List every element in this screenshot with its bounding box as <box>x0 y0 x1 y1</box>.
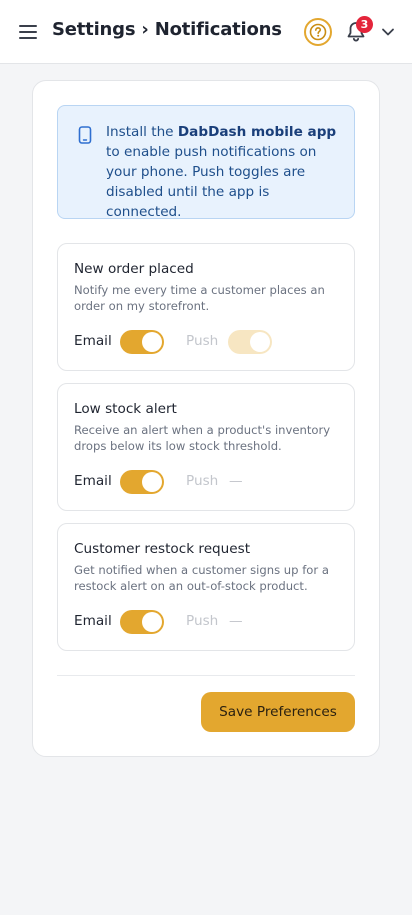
app-name-link[interactable]: DabDash mobile app <box>178 124 336 140</box>
push-label: Push <box>186 333 219 349</box>
help-button[interactable] <box>304 18 332 46</box>
email-label: Email <box>74 333 112 349</box>
toggle-knob <box>250 332 270 352</box>
toggle-knob <box>142 472 162 492</box>
email-toggle-low-stock[interactable] <box>120 470 164 494</box>
divider <box>57 675 355 676</box>
notification-low-stock: Low stock alert Receive an alert when a … <box>57 383 355 511</box>
install-app-message: Install the DabDash mobile app to enable… <box>106 124 337 220</box>
email-toggle-restock-request[interactable] <box>120 610 164 634</box>
save-preferences-button[interactable]: Save Preferences <box>201 692 355 732</box>
hamburger-menu-icon[interactable] <box>18 22 38 42</box>
top-bar: Settings › Notifications 3 <box>0 0 412 64</box>
push-unavailable-dash: — <box>229 473 243 489</box>
notification-title: Customer restock request <box>74 541 251 557</box>
email-label: Email <box>74 613 112 629</box>
notification-title: New order placed <box>74 261 194 277</box>
push-label: Push <box>186 613 219 629</box>
toggle-knob <box>142 332 162 352</box>
notification-settings-card: Install the DabDash mobile app to enable… <box>32 80 380 757</box>
help-circle-icon <box>309 23 327 41</box>
push-label: Push <box>186 473 219 489</box>
chevron-down-icon <box>382 28 394 36</box>
notification-count-badge: 3 <box>356 16 373 33</box>
email-label: Email <box>74 473 112 489</box>
toggle-knob <box>142 612 162 632</box>
push-unavailable-dash: — <box>229 613 243 629</box>
notification-new-order: New order placed Notify me every time a … <box>57 243 355 371</box>
notification-restock-request: Customer restock request Get notified wh… <box>57 523 355 651</box>
account-menu-button[interactable] <box>380 24 396 40</box>
push-toggle-new-order <box>228 330 272 354</box>
email-toggle-new-order[interactable] <box>120 330 164 354</box>
install-app-banner: Install the DabDash mobile app to enable… <box>57 105 355 220</box>
page-title: Settings › Notifications <box>52 19 282 40</box>
notification-description: Receive an alert when a product's invent… <box>74 423 331 453</box>
notification-title: Low stock alert <box>74 401 177 417</box>
notification-description: Notify me every time a customer places a… <box>74 283 325 313</box>
mobile-phone-icon <box>78 126 92 144</box>
notification-description: Get notified when a customer signs up fo… <box>74 563 329 593</box>
